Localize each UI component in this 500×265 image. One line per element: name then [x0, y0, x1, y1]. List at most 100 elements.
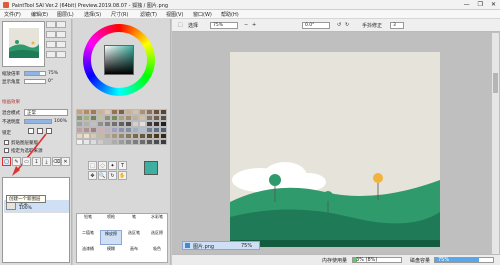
stabilizer-select[interactable]: 3	[390, 22, 404, 29]
rotate-tool-icon[interactable]: ↻	[108, 171, 117, 180]
clip-group-checkbox[interactable]	[4, 140, 9, 145]
document-name: 图片.png	[193, 244, 215, 250]
select-label: 选择	[188, 23, 199, 29]
canvas-area: ⬚ 选择 75% − + 0.0° ↺ ↻ 手抖修正 3 图片.png 75%	[172, 19, 500, 265]
menu-help[interactable]: 帮助(H)	[221, 11, 239, 18]
brush-eraser[interactable]: 橡皮擦	[100, 230, 122, 245]
zoom-out-icon[interactable]: −	[244, 22, 248, 28]
brush-airbrush[interactable]: 喷枪	[100, 214, 122, 229]
color-wheel[interactable]	[83, 24, 155, 96]
text-tool-icon[interactable]: T	[118, 161, 127, 170]
brush-select-eraser[interactable]: 选区擦	[146, 230, 168, 245]
navigator-buttons	[46, 21, 70, 61]
landscape-illustration	[230, 52, 440, 247]
rotate-right-button[interactable]	[46, 41, 56, 48]
transfer-down-button[interactable]: ↧	[32, 157, 41, 166]
opacity-label: 不透明度	[2, 120, 20, 125]
menu-file[interactable]: 文件(F)	[4, 11, 21, 18]
merge-down-button[interactable]: ⤓	[42, 157, 51, 166]
select-tool-icon[interactable]: ⬚	[88, 161, 97, 170]
new-folder-button[interactable]: ▭	[22, 157, 31, 166]
scroll-thumb[interactable]	[493, 73, 498, 93]
left-panel: 缩放倍率 75% 显示角度 0° 绘画效果 混合模式 正常 不透明度 100% …	[0, 19, 72, 265]
swatch-palette	[76, 109, 168, 145]
magic-wand-tool-icon[interactable]: ✦	[108, 161, 117, 170]
hand-tool-icon[interactable]: ✋	[118, 171, 127, 180]
window-title: PaintTool SAI Ver.2 (64bit) Preview.2019…	[12, 3, 169, 9]
fit-button[interactable]	[56, 51, 66, 58]
delete-layer-button[interactable]: ✕	[61, 157, 70, 166]
menu-window[interactable]: 窗口(W)	[193, 11, 212, 18]
new-pen-layer-button[interactable]: ✎	[12, 157, 21, 166]
menu-bar: 文件(F) 编辑(E) 图层(L) 选择(S) 尺寸(R) 滤镜(T) 视图(V…	[0, 10, 500, 19]
angle-slider[interactable]	[24, 79, 46, 84]
rotate-ccw-icon[interactable]: ↺	[337, 22, 341, 28]
close-button[interactable]: ✕	[491, 1, 496, 8]
layer-buttons: ▢ ✎ ▭ ↧ ⤓ ⌫ ✕	[2, 157, 70, 167]
rotate-reset-button[interactable]	[56, 41, 66, 48]
status-bar: 内存使用量 3% (8%) 磁盘容量 75%	[172, 254, 500, 265]
zoom-slider[interactable]	[24, 71, 46, 76]
brush-blur[interactable]: 模糊	[100, 246, 122, 261]
new-layer-button[interactable]: ▢	[2, 157, 11, 166]
brush-watercolor[interactable]: 水彩笔	[146, 214, 168, 229]
effects-header: 绘画效果	[2, 100, 20, 105]
select-toolbar-icon[interactable]: ⬚	[178, 22, 183, 28]
document-zoom: 75%	[241, 243, 253, 249]
zoom-in-button[interactable]	[46, 21, 56, 28]
memory-value: 3% (8%)	[356, 257, 378, 263]
annotation-arrow	[12, 133, 47, 176]
clear-layer-button[interactable]: ⌫	[52, 157, 61, 166]
brush-select-pen[interactable]: 选区笔	[123, 230, 145, 245]
menu-select[interactable]: 选择(S)	[84, 11, 101, 18]
navigator-thumbnail[interactable]	[2, 21, 45, 67]
saturation-value-square[interactable]	[104, 45, 134, 75]
artwork-canvas[interactable]	[230, 52, 440, 247]
brush-binary[interactable]: 二值笔	[77, 230, 99, 245]
angle-value: 0°	[48, 79, 54, 84]
menu-edit[interactable]: 编辑(E)	[31, 11, 48, 18]
zoom-out-button[interactable]	[56, 21, 66, 28]
stabilizer-label: 手抖修正	[362, 23, 383, 29]
lasso-tool-icon[interactable]: ◌	[98, 161, 107, 170]
flip-button[interactable]	[46, 51, 56, 58]
foreground-color-swatch[interactable]	[144, 161, 158, 175]
minimize-button[interactable]: —	[464, 1, 470, 8]
rotate-left-button[interactable]	[56, 31, 66, 38]
zoom-label: 缩放倍率	[2, 72, 20, 77]
opacity-slider[interactable]	[24, 119, 52, 124]
menu-filter[interactable]: 滤镜(T)	[140, 11, 157, 18]
angle-label: 显示角度	[2, 80, 20, 85]
blend-mode-select[interactable]: 正常	[24, 109, 68, 116]
brush-picker[interactable]: 吸色	[146, 246, 168, 261]
rotate-cw-icon[interactable]: ↻	[345, 22, 349, 28]
brush-palette: 铅笔 喷枪 笔 水彩笔 二值笔 橡皮擦 选区笔 选区擦 油漆桶 模糊 画布 吸色	[76, 213, 168, 263]
zoom-in-icon[interactable]: +	[252, 22, 256, 28]
brush-bucket[interactable]: 油漆桶	[77, 246, 99, 261]
angle-dropdown[interactable]: 0.0°	[302, 22, 330, 29]
zoom-reset-button[interactable]	[46, 31, 56, 38]
selection-source-checkbox[interactable]	[4, 148, 9, 153]
zoom-tool-icon[interactable]: 🔍	[98, 171, 107, 180]
maximize-button[interactable]: ❐	[478, 1, 483, 8]
title-bar: PaintTool SAI Ver.2 (64bit) Preview.2019…	[0, 0, 500, 10]
move-tool-icon[interactable]: ✥	[88, 171, 97, 180]
disk-label: 磁盘容量	[410, 258, 431, 264]
new-layer-tooltip: 创建一个新图层	[6, 195, 46, 203]
menu-view[interactable]: 视图(V)	[166, 11, 183, 18]
menu-size[interactable]: 尺寸(R)	[111, 11, 128, 18]
brush-pencil[interactable]: 铅笔	[77, 214, 99, 229]
disk-value: 75%	[438, 257, 450, 263]
layer-opacity: 100%	[19, 206, 32, 211]
brush-canvas[interactable]: 画布	[123, 246, 145, 261]
brush-pen[interactable]: 笔	[123, 214, 145, 229]
zoom-value: 75%	[48, 71, 59, 76]
zoom-dropdown[interactable]: 75%	[210, 22, 238, 29]
document-tab[interactable]: 图片.png 75%	[182, 241, 260, 250]
layer-list: 正常 100%	[2, 177, 70, 263]
layer-thumbnail	[6, 202, 16, 210]
vertical-scrollbar[interactable]	[492, 33, 499, 265]
app-icon	[3, 2, 9, 8]
menu-layer[interactable]: 图层(L)	[57, 11, 74, 18]
document-icon	[185, 243, 190, 248]
